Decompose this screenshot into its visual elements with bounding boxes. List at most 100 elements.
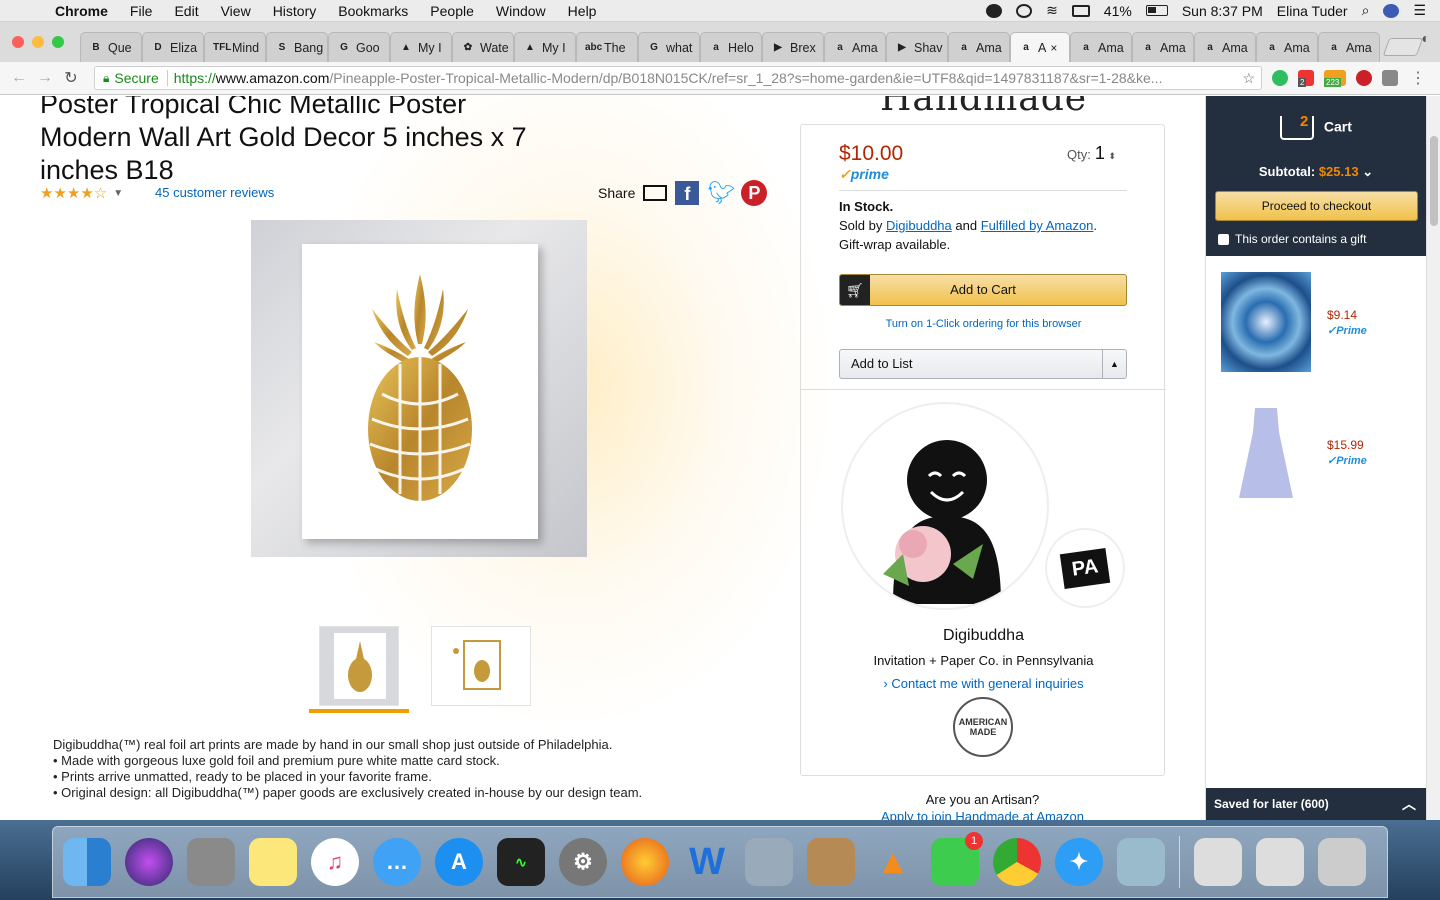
honey-extension-icon[interactable]: 223 <box>1324 70 1346 87</box>
chevron-up-icon[interactable]: ︿ <box>1402 788 1416 820</box>
menu-file[interactable]: File <box>119 3 164 19</box>
airplay-icon[interactable] <box>1071 4 1090 17</box>
menu-window[interactable]: Window <box>485 3 557 19</box>
quantity-selector[interactable]: Qty: 1 ⬍ <box>1067 143 1116 164</box>
calculator-icon[interactable] <box>187 838 235 886</box>
checkbox-icon[interactable] <box>1218 233 1229 245</box>
menu-edit[interactable]: Edit <box>163 3 209 19</box>
profile-icon[interactable]: ◐ <box>1422 30 1430 46</box>
app-store-icon[interactable]: A <box>435 838 483 886</box>
word-icon[interactable]: W <box>683 838 731 886</box>
zoom-window-icon[interactable] <box>52 36 64 48</box>
evernote-extension-icon[interactable] <box>1272 70 1288 86</box>
tab-2[interactable]: TFL Mind <box>204 32 266 62</box>
tab-9[interactable]: Gwhat <box>638 32 700 62</box>
forward-button[interactable]: → <box>34 69 56 87</box>
scrollbar-thumb[interactable] <box>1430 136 1438 226</box>
proceed-to-checkout-button[interactable]: Proceed to checkout <box>1215 191 1418 221</box>
word-doc-2-icon[interactable] <box>1256 838 1304 886</box>
tab-15[interactable]: a A × <box>1010 32 1070 62</box>
address-bar[interactable]: 🔒︎ Secure https:// www.amazon.com /Pinea… <box>94 66 1262 90</box>
cart-item-2-image[interactable] <box>1221 402 1311 502</box>
tab-13[interactable]: ▶ Shav <box>886 32 948 62</box>
activity-monitor-icon[interactable]: ∿ <box>497 838 545 886</box>
spotlight-icon[interactable]: ⌕ <box>1362 2 1370 19</box>
clock[interactable]: Sun 8:37 PM <box>1182 3 1263 19</box>
rating-dropdown-icon[interactable]: ▼ <box>113 188 123 199</box>
main-product-image[interactable] <box>251 220 587 557</box>
time-machine-icon[interactable] <box>1016 3 1033 18</box>
apply-handmade-link[interactable]: Apply to join Handmade at Amazon <box>800 809 1165 820</box>
tab-3[interactable]: S Bang <box>266 32 328 62</box>
one-click-link[interactable]: Turn on 1-Click ordering for this browse… <box>801 318 1166 330</box>
tab-8[interactable]: abc The <box>576 32 638 62</box>
seller-link[interactable]: Digibuddha <box>886 218 952 233</box>
email-share-icon[interactable] <box>643 185 668 201</box>
seller-avatar[interactable] <box>841 402 1049 610</box>
menu-bookmarks[interactable]: Bookmarks <box>327 3 419 19</box>
contacts-icon[interactable] <box>807 838 855 886</box>
seller-name[interactable]: Digibuddha <box>801 627 1166 645</box>
finder-icon[interactable] <box>63 838 111 886</box>
tab-16[interactable]: a Ama <box>1070 32 1132 62</box>
tab-14[interactable]: a Ama <box>948 32 1010 62</box>
trash-icon[interactable] <box>1318 838 1366 886</box>
thumbnail-1[interactable] <box>319 626 399 706</box>
menu-help[interactable]: Help <box>557 3 608 19</box>
safari-icon[interactable]: ✦ <box>1055 838 1103 886</box>
tab-7[interactable]: ▲ My I <box>514 32 576 62</box>
star-rating[interactable]: ★★★★☆ ▼ <box>40 184 123 202</box>
tab-18[interactable]: a Ama <box>1194 32 1256 62</box>
facetime-icon[interactable]: 1 <box>931 832 983 886</box>
tab-19[interactable]: a Ama <box>1256 32 1318 62</box>
cart-link[interactable]: 2 Cart <box>1280 113 1352 140</box>
back-button[interactable]: ← <box>8 69 30 87</box>
user-name[interactable]: Elina Tuder <box>1277 3 1348 19</box>
saved-for-later-bar[interactable]: Saved for later (600) ︿ <box>1206 788 1426 820</box>
close-tab-icon[interactable]: × <box>1050 41 1057 55</box>
tab-12[interactable]: a Ama <box>824 32 886 62</box>
itunes-icon[interactable]: ♫ <box>311 838 359 886</box>
tab-10[interactable]: a Helo <box>700 32 762 62</box>
minimize-window-icon[interactable] <box>32 36 44 48</box>
tab-11[interactable]: ▶ Brex <box>762 32 824 62</box>
tab-20[interactable]: a Ama <box>1318 32 1380 62</box>
tab-17[interactable]: a Ama <box>1132 32 1194 62</box>
tab-0[interactable]: B Que <box>80 32 142 62</box>
add-to-list-dropdown[interactable]: Add to List ▲ <box>839 349 1127 379</box>
pinterest-share-icon[interactable]: P <box>741 180 768 206</box>
facebook-share-icon[interactable]: f <box>675 181 700 205</box>
battery-icon[interactable] <box>1145 5 1168 16</box>
vlc-icon[interactable]: ▲ <box>869 838 917 886</box>
notification-center-icon[interactable]: ☰ <box>1413 2 1426 19</box>
cart-subtotal[interactable]: Subtotal: $25.13 ⌄ <box>1206 164 1426 180</box>
preview-icon[interactable] <box>745 838 793 886</box>
image-capture-icon[interactable] <box>1117 838 1165 886</box>
pocket-extension-icon[interactable] <box>1382 70 1398 86</box>
close-window-icon[interactable] <box>12 36 24 48</box>
chrome-menu-icon[interactable]: ⋮ <box>1410 68 1426 88</box>
notes-icon[interactable] <box>249 838 297 886</box>
messages-icon[interactable]: … <box>373 838 421 886</box>
cart-item-1-image[interactable] <box>1221 272 1311 372</box>
twitter-share-icon[interactable]: 🐦︎ <box>707 182 735 204</box>
pinterest-extension-icon[interactable] <box>1356 70 1372 86</box>
firefox-icon[interactable] <box>621 838 669 886</box>
system-preferences-icon[interactable]: ⚙ <box>559 838 607 886</box>
evernote-status-icon[interactable] <box>986 3 1003 18</box>
tab-6[interactable]: ✿ Wate <box>452 32 514 62</box>
gift-checkbox[interactable]: This order contains a gift <box>1218 232 1366 246</box>
tab-1[interactable]: D Eliza <box>142 32 204 62</box>
menu-history[interactable]: History <box>262 3 328 19</box>
reload-button[interactable]: ↻ <box>60 68 82 88</box>
thumbnail-2[interactable] <box>431 626 531 706</box>
bookmark-star-icon[interactable]: ☆ <box>1242 70 1261 87</box>
wifi-icon[interactable]: ≋ <box>1046 2 1058 19</box>
add-to-cart-button[interactable]: 🛒︎ Add to Cart <box>839 274 1127 306</box>
page-scrollbar[interactable] <box>1426 96 1440 820</box>
menu-app-chrome[interactable]: Chrome <box>44 3 119 19</box>
tab-4[interactable]: G Goo <box>328 32 390 62</box>
siri-dock-icon[interactable] <box>125 838 173 886</box>
adblock-extension-icon[interactable]: 2 <box>1298 70 1314 87</box>
contact-seller-link[interactable]: › Contact me with general inquiries <box>801 676 1166 691</box>
